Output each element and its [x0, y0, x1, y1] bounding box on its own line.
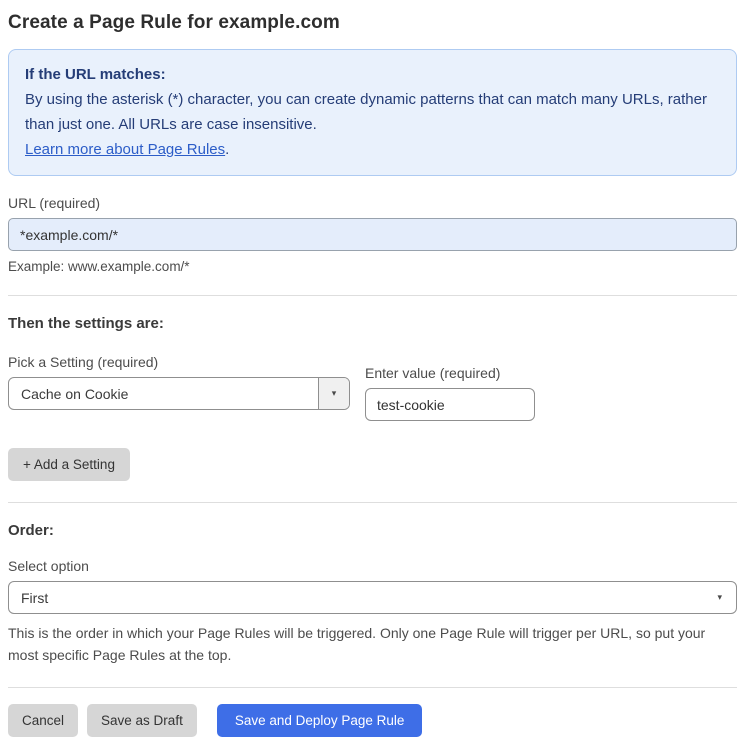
setting-dropdown-button[interactable]: ▾	[318, 378, 349, 409]
divider	[8, 295, 737, 296]
url-field-label: URL (required)	[8, 195, 101, 211]
page-title: Create a Page Rule for example.com	[8, 12, 340, 33]
url-match-callout: If the URL matches: By using the asteris…	[8, 49, 737, 176]
setting-value-input[interactable]	[365, 388, 535, 421]
divider	[8, 687, 737, 688]
chevron-down-icon: ▾	[717, 592, 722, 602]
setting-value-label: Enter value (required)	[365, 365, 501, 381]
add-setting-button[interactable]: + Add a Setting	[8, 448, 130, 481]
order-select-label: Select option	[8, 558, 89, 574]
setting-row: Pick a Setting (required) Cache on Cooki…	[8, 354, 737, 421]
save-and-deploy-button[interactable]: Save and Deploy Page Rule	[216, 704, 423, 737]
learn-more-link[interactable]: Learn more about Page Rules	[25, 141, 225, 158]
setting-value-column: Enter value (required)	[365, 365, 535, 421]
cancel-button[interactable]: Cancel	[8, 704, 79, 737]
order-section-heading: Order:	[8, 522, 54, 539]
url-example-helper: Example: www.example.com/*	[8, 259, 190, 274]
url-input[interactable]	[8, 218, 737, 251]
callout-link-suffix: .	[225, 141, 230, 158]
form-actions: Cancel Save as Draft Save and Deploy Pag…	[8, 704, 737, 737]
settings-section-heading: Then the settings are:	[8, 315, 164, 332]
chevron-down-icon: ▾	[331, 388, 337, 398]
divider	[8, 502, 737, 503]
save-as-draft-button[interactable]: Save as Draft	[87, 704, 197, 737]
order-helper-text: This is the order in which your Page Rul…	[8, 625, 706, 663]
order-select[interactable]: First ▾	[8, 581, 737, 614]
order-select-value: First	[21, 589, 49, 606]
setting-dropdown[interactable]: Cache on Cookie ▾	[8, 377, 350, 410]
setting-dropdown-value: Cache on Cookie	[21, 385, 129, 402]
callout-heading: If the URL matches:	[25, 66, 166, 83]
callout-body: By using the asterisk (*) character, you…	[25, 91, 707, 158]
setting-picker-column: Pick a Setting (required) Cache on Cooki…	[8, 354, 350, 410]
setting-picker-label: Pick a Setting (required)	[8, 354, 159, 370]
